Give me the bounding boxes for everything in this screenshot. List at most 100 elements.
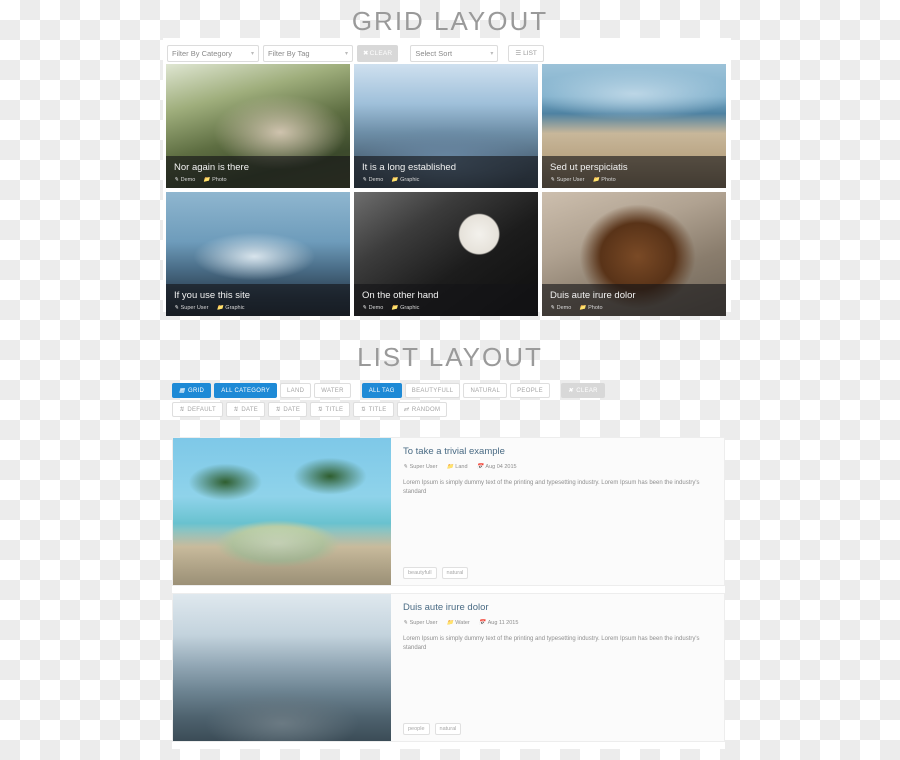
list-filter-button[interactable]: WATER [314, 383, 351, 398]
list-item-date: 📅 Aug 04 2015 [477, 464, 517, 470]
grid-card-category: 📁 Graphic [391, 177, 419, 183]
grid-card-overlay: On the other hand ✎ Demo 📁 Graphic [354, 284, 538, 316]
grid-card-overlay: Duis aute irure dolor ✎ Demo 📁 Photo [542, 284, 726, 316]
grid-card-meta: ✎ Demo 📁 Graphic [362, 305, 530, 311]
grid-card-container: Nor again is there ✎ Demo 📁 Photo It is a lon… [166, 64, 728, 316]
list-filter-button[interactable]: ALL CATEGORY [214, 383, 278, 398]
list-sort-button[interactable]: ⇅ TITLE [353, 402, 394, 417]
list-item-tag[interactable]: natural [441, 567, 469, 579]
list-item-date-label: Aug 04 2015 [485, 464, 517, 470]
list-filter-label: GRID [187, 387, 205, 394]
list-sort-button[interactable]: ⇄ RANDOM [396, 402, 448, 417]
grid-card-author-label: Demo [180, 177, 196, 183]
list-filter-button[interactable]: NATURAL [463, 383, 508, 398]
list-filter-button[interactable]: ✖ CLEAR [560, 383, 605, 398]
list-item-body: To take a trivial example ✎ Super User 📁 Lan… [391, 438, 724, 585]
list-item-tags: people natural [403, 723, 714, 735]
list-filter-label: NATURAL [470, 387, 501, 394]
list-item-title-link[interactable]: Duis aute irure dolor [403, 602, 714, 613]
grid-card-category-label: Graphic [400, 305, 420, 311]
folder-icon: 📁 [391, 177, 399, 183]
list-item-category: 📁 Water [446, 620, 469, 626]
list-item-tags: beautyfull natural [403, 567, 714, 579]
grid-card-meta: ✎ Super User 📁 Photo [550, 177, 718, 183]
grid-card[interactable]: It is a long established ✎ Demo 📁 Graphic [354, 64, 538, 188]
grid-card[interactable]: On the other hand ✎ Demo 📁 Graphic [354, 192, 538, 316]
switch-to-list-button[interactable]: ☰ LIST [508, 44, 544, 62]
list-sort-button[interactable]: ⇅ DATE [268, 402, 308, 417]
grid-card-title: It is a long established [362, 162, 457, 173]
list-item-author: ✎ Super User [403, 620, 437, 626]
select-sort-dropdown[interactable]: Select Sort ▾ [410, 44, 499, 62]
list-item-category: 📁 Land [446, 464, 467, 470]
grid-card-title: On the other hand [362, 290, 439, 301]
grid-icon: ▦ [179, 388, 185, 394]
list-item-category-label: Water [455, 620, 470, 626]
list-item-tag[interactable]: beautyfull [403, 567, 437, 579]
pencil-icon: ✎ [174, 305, 179, 311]
list-sort-label: DATE [283, 406, 301, 413]
list-item-title-link[interactable]: To take a trivial example [403, 446, 714, 457]
grid-card-category: 📁 Photo [203, 177, 226, 183]
grid-card[interactable]: If you use this site ✎ Super User 📁 Graphic [166, 192, 350, 316]
list-item-tag[interactable]: people [403, 723, 430, 735]
list-item-author-label: Super User [409, 464, 438, 470]
pencil-icon: ✎ [174, 177, 179, 183]
list-item-meta: ✎ Super User 📁 Water 📅 Aug 11 2015 [403, 620, 714, 626]
filter-by-category-value: Filter By Category [172, 48, 233, 58]
list-filter-button[interactable]: BEAUTYFULL [404, 383, 461, 398]
grid-card-meta: ✎ Super User 📁 Graphic [174, 305, 342, 311]
grid-card[interactable]: Sed ut perspiciatis ✎ Super User 📁 Photo [542, 64, 726, 188]
grid-card-author: ✎ Demo [550, 305, 571, 311]
list-item-tag[interactable]: natural [434, 723, 462, 735]
list-item-description: Lorem Ipsum is simply dummy text of the … [403, 636, 700, 651]
list-filter-button[interactable]: LAND [280, 383, 312, 398]
list-item-thumbnail[interactable] [173, 594, 391, 741]
list-filter-button-row: ▦ GRID ALL CATEGORY LAND WATER ALL TAG BEAUTYF… [172, 383, 732, 398]
pencil-icon: ✎ [403, 464, 408, 470]
grid-card-category: 📁 Photo [592, 177, 615, 183]
filter-by-tag-select[interactable]: Filter By Tag ▾ [263, 44, 353, 62]
list-filter-button[interactable]: ▦ GRID [172, 383, 212, 398]
list-item[interactable]: Duis aute irure dolor ✎ Super User 📁 Water 📅 A… [172, 593, 725, 742]
list-filter-button[interactable]: ALL TAG [361, 383, 402, 398]
grid-card-category-label: Photo [588, 305, 603, 311]
folder-icon: 📁 [216, 305, 224, 311]
list-sort-button[interactable]: ⇅ DATE [226, 402, 266, 417]
grid-card[interactable]: Nor again is there ✎ Demo 📁 Photo [166, 64, 350, 188]
grid-card[interactable]: Duis aute irure dolor ✎ Demo 📁 Photo [542, 192, 726, 316]
grid-card-meta: ✎ Demo 📁 Photo [174, 177, 342, 183]
grid-card-author-label: Super User [556, 177, 585, 183]
grid-card-category-label: Graphic [225, 305, 245, 311]
folder-icon: 📁 [203, 177, 211, 183]
filter-by-category-select[interactable]: Filter By Category ▾ [167, 44, 259, 62]
list-sort-button[interactable]: ⇅ TITLE [310, 402, 351, 417]
list-filter-button[interactable]: PEOPLE [510, 383, 550, 398]
grid-card-author-label: Super User [180, 305, 209, 311]
list-sort-label: DEFAULT [187, 406, 216, 413]
sort-desc-icon: ⇅ [360, 407, 366, 413]
select-sort-value: Select Sort [415, 48, 453, 58]
folder-icon: 📁 [391, 305, 399, 311]
list-item-category-label: Land [455, 464, 468, 470]
grid-card-title: If you use this site [174, 290, 251, 301]
clear-filters-button[interactable]: ✖ CLEAR [357, 44, 399, 62]
grid-card-author: ✎ Demo [362, 305, 383, 311]
list-item-author-label: Super User [409, 620, 438, 626]
list-item[interactable]: To take a trivial example ✎ Super User 📁 Lan… [172, 437, 725, 586]
calendar-icon: 📅 [478, 620, 486, 626]
list-items-container: To take a trivial example ✎ Super User 📁 Lan… [172, 437, 725, 749]
pencil-icon: ✎ [550, 305, 555, 311]
list-sort-button[interactable]: ⇅ DEFAULT [172, 402, 223, 417]
list-sort-button-row: ⇅ DEFAULT ⇅ DATE ⇅ DATE ⇅ TITLE ⇅ TITLE ⇄ RANDOM [172, 402, 732, 417]
grid-card-title: Sed ut perspiciatis [550, 162, 628, 173]
grid-card-overlay: Nor again is there ✎ Demo 📁 Photo [166, 156, 350, 188]
list-filter-label: PEOPLE [517, 387, 543, 394]
list-filter-label: WATER [321, 387, 344, 394]
grid-card-category: 📁 Graphic [216, 305, 244, 311]
folder-icon: 📁 [446, 464, 454, 470]
pencil-icon: ✎ [550, 177, 555, 183]
grid-card-author-label: Demo [368, 305, 384, 311]
list-item-thumbnail[interactable] [173, 438, 391, 585]
grid-card-title: Nor again is there [174, 162, 249, 173]
